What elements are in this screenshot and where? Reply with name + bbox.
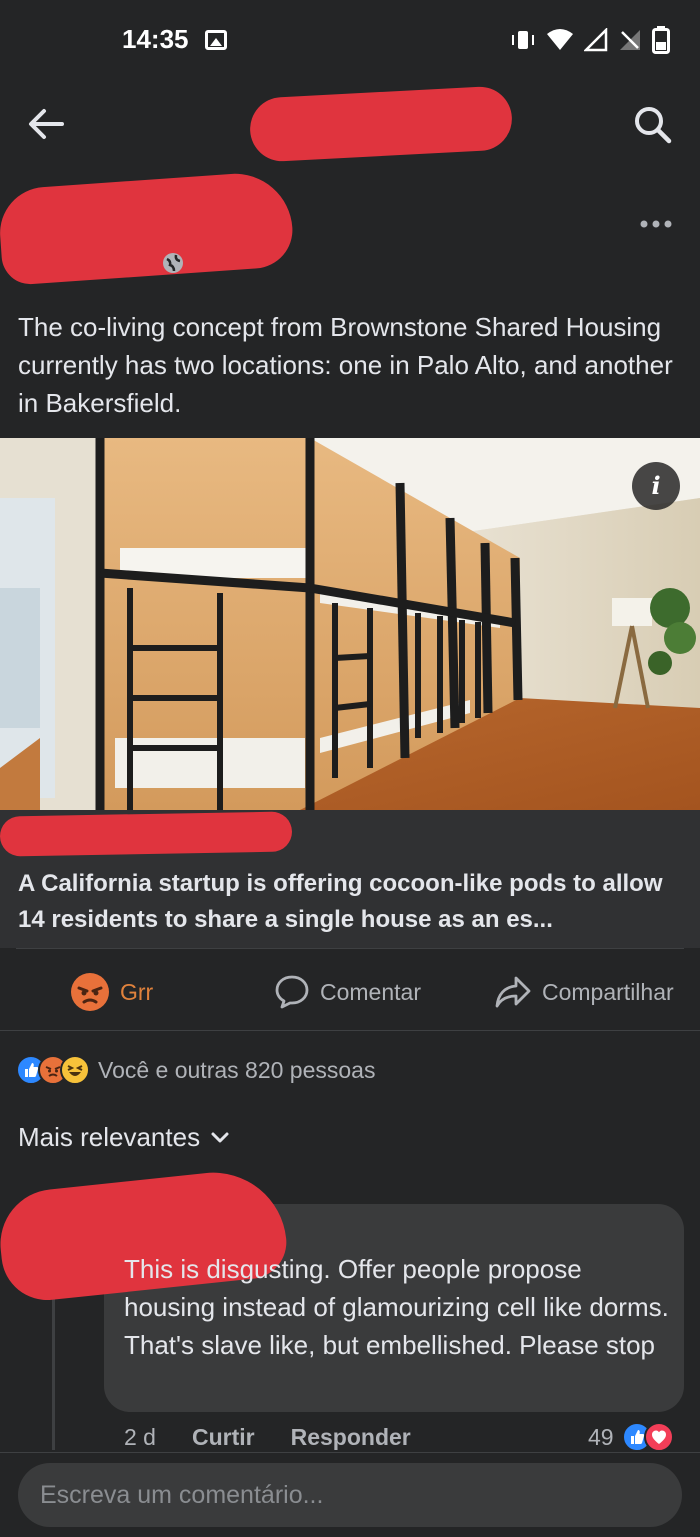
post-image[interactable]: i [0,438,700,810]
comment-meta: 2 d Curtir Responder [124,1420,411,1454]
redacted-author [0,169,295,287]
bunk-pods-photo [0,438,700,810]
back-arrow-icon[interactable] [24,102,68,146]
angry-icon [71,973,109,1011]
post-actions: Grr Comentar Compartilhar [0,960,700,1024]
more-dots-icon[interactable] [638,218,674,230]
share-label: Compartilhar [542,978,674,1005]
image-icon [205,30,227,50]
comment-input[interactable]: Escreva um comentário... [18,1463,682,1527]
signal-icon [584,28,608,52]
link-title: A California startup is offering cocoon-… [18,870,663,933]
comment-label: Comentar [320,978,421,1005]
post-text: The co-living concept from Brownstone Sh… [18,312,673,418]
comments-sort-dropdown[interactable]: Mais relevantes [18,1122,230,1153]
comment-time: 2 d [124,1423,156,1450]
chevron-down-icon [211,1132,229,1142]
comment-composer-bar: Escreva um comentário... [0,1452,700,1537]
no-signal-icon [620,30,640,50]
divider [0,1030,700,1031]
reactions-summary-text: Você e outras 820 pessoas [98,1056,376,1083]
haha-icon [60,1055,90,1085]
info-icon[interactable]: i [632,462,680,510]
comment-button[interactable]: Comentar [274,960,421,1024]
share-icon [495,976,531,1008]
share-button[interactable]: Compartilhar [494,960,674,1024]
love-icon [643,1422,674,1452]
wifi-icon [547,29,573,50]
reply-button[interactable]: Responder [291,1424,411,1451]
redacted-page-name [248,85,514,163]
comment-text: This is disgusting. Offer people propose… [124,1254,669,1360]
top-bar [0,80,700,170]
globe-icon [163,253,183,273]
like-comment-button[interactable]: Curtir [192,1424,255,1451]
link-preview-card[interactable]: A California startup is offering cocoon-… [0,810,700,948]
divider [16,948,684,949]
angry-reaction-button[interactable]: Grr [70,960,153,1024]
redacted-link-source [0,811,293,857]
reactions-summary[interactable]: Você e outras 820 pessoas [16,1052,375,1088]
comment-reactions[interactable]: 49 [588,1420,674,1454]
status-time: 14:35 [122,24,189,54]
battery-icon [652,26,670,54]
comment-icon [275,975,309,1009]
post-header [0,169,700,290]
comment-reaction-count: 49 [588,1423,614,1450]
sort-label: Mais relevantes [18,1122,201,1152]
search-icon[interactable] [630,102,674,146]
vibrate-icon [512,31,534,49]
status-bar: 14:35 [0,0,700,80]
reaction-label: Grr [120,978,154,1005]
status-icons [510,26,670,54]
